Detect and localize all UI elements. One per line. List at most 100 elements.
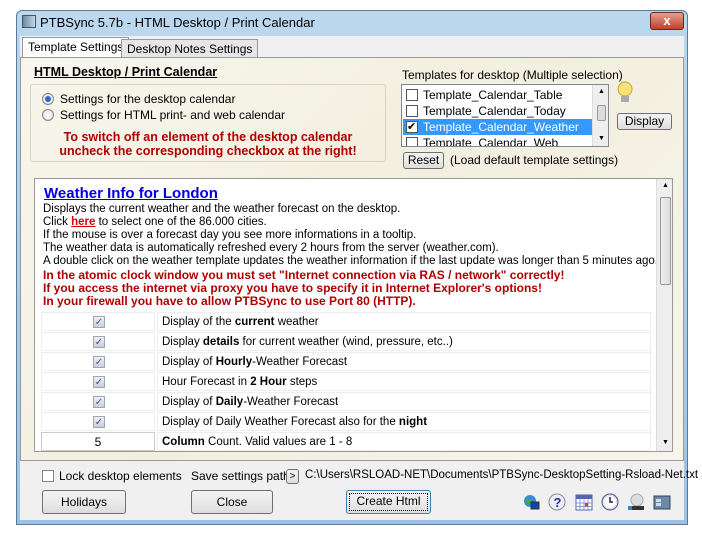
text: Display of xyxy=(162,396,216,408)
option-checkbox[interactable]: ✓ xyxy=(93,416,105,428)
warning-line: In your firewall you have to allow PTBSy… xyxy=(43,294,416,308)
scroll-thumb[interactable] xyxy=(660,197,671,285)
option-label: Display of Daily-Weather Forecast xyxy=(157,392,651,411)
option-label: Column Count. Valid values are 1 - 8 xyxy=(157,432,651,451)
list-item[interactable]: Template_Calendar_Today xyxy=(403,103,593,119)
text: -Weather Forecast xyxy=(243,396,339,408)
radio-desktop-label[interactable]: Settings for the desktop calendar xyxy=(60,92,235,106)
scroll-down-icon[interactable]: ▼ xyxy=(662,439,669,446)
section-title: HTML Desktop / Print Calendar xyxy=(34,65,218,79)
weather-html-panel: Weather Info for London Displays the cur… xyxy=(34,178,673,452)
list-item[interactable]: Template_Calendar_Table xyxy=(403,87,593,103)
clock-icon[interactable] xyxy=(601,493,619,511)
column-count-row: 5 Column Count. Valid values are 1 - 8 xyxy=(41,432,651,451)
internet-icon[interactable] xyxy=(522,493,540,511)
description-line: Displays the current weather and the wea… xyxy=(43,203,401,215)
option-label: Display of the current weather xyxy=(157,312,651,331)
here-link[interactable]: here xyxy=(71,216,95,228)
save-path-label: Save settings path xyxy=(191,469,290,483)
checkbox[interactable] xyxy=(406,89,418,101)
bold-text: 2 Hour xyxy=(250,376,287,388)
list-item-label: Template_Calendar_Web xyxy=(423,136,559,147)
window-title: PTBSync 5.7b - HTML Desktop / Print Cale… xyxy=(40,15,315,30)
description-line: A double click on the weather template u… xyxy=(43,255,658,267)
text: to select one of the 86.000 cities. xyxy=(95,216,267,228)
create-html-button[interactable]: Create Html xyxy=(346,490,431,514)
column-count-input[interactable]: 5 xyxy=(41,432,155,451)
text: Click xyxy=(43,216,72,228)
close-button[interactable]: Close xyxy=(191,490,273,514)
templates-scrollbar[interactable]: ▲ ▼ xyxy=(592,85,608,146)
option-checkbox-cell: ✓ xyxy=(41,392,155,411)
list-item-label: Template_Calendar_Weather xyxy=(423,120,579,134)
scroll-down-icon[interactable]: ▼ xyxy=(598,135,605,142)
option-checkbox[interactable]: ✓ xyxy=(93,336,105,348)
option-row: ✓ Display details for current weather (wi… xyxy=(41,332,651,351)
notice-line-1: To switch off an element of the desktop … xyxy=(63,130,353,144)
help-icon[interactable]: ? xyxy=(548,493,566,511)
app-icon xyxy=(22,15,36,28)
option-checkbox[interactable]: ✓ xyxy=(93,396,105,408)
option-row: ✓ Display of the current weather xyxy=(41,312,651,331)
holidays-button[interactable]: Holidays xyxy=(42,490,126,514)
list-item[interactable]: Template_Calendar_Weather xyxy=(403,119,593,135)
checkbox[interactable] xyxy=(406,137,418,146)
text: Display of the xyxy=(162,316,235,328)
option-row: ✓ Display of Hourly-Weather Forecast xyxy=(41,352,651,371)
option-row: ✓ Display of Daily Weather Forecast also … xyxy=(41,412,651,431)
checkbox[interactable] xyxy=(406,119,418,135)
option-checkbox[interactable]: ✓ xyxy=(93,376,105,388)
tab-desktop-notes-settings[interactable]: Desktop Notes Settings xyxy=(121,39,259,58)
warning-line: If you access the internet via proxy you… xyxy=(43,281,542,295)
list-item-label: Template_Calendar_Today xyxy=(423,104,566,118)
templates-label: Templates for desktop (Multiple selectio… xyxy=(402,68,623,82)
text: Display of Daily Weather Forecast also f… xyxy=(162,416,399,428)
scroll-thumb[interactable] xyxy=(597,105,606,121)
warning-line: In the atomic clock window you must set … xyxy=(43,268,565,282)
save-path-value: C:\Users\RSLOAD-NET\Documents\PTBSync-De… xyxy=(305,469,699,481)
html-scrollbar[interactable]: ▲ ▼ xyxy=(656,179,672,451)
text: for current weather (wind, pressure, etc… xyxy=(239,336,453,348)
radio-desktop-calendar[interactable] xyxy=(42,93,54,105)
text: Count. Valid values are 1 - 8 xyxy=(204,436,353,448)
svg-text:?: ? xyxy=(554,495,562,510)
list-item-label: Template_Calendar_Table xyxy=(423,88,563,102)
list-item[interactable]: Template_Calendar_Web xyxy=(403,135,593,147)
tab-template-settings[interactable]: Template Settings xyxy=(22,37,130,58)
bold-text: Hourly xyxy=(215,356,253,368)
lock-desktop-checkbox[interactable] xyxy=(42,470,54,482)
option-label: Display of Hourly-Weather Forecast xyxy=(157,352,651,371)
atomic-clock-icon[interactable] xyxy=(627,493,645,511)
display-button[interactable]: Display xyxy=(617,113,672,130)
option-checkbox[interactable]: ✓ xyxy=(93,356,105,368)
text: steps xyxy=(286,376,318,388)
weather-title-link[interactable]: Weather Info for London xyxy=(44,185,218,202)
description-line: If the mouse is over a forecast day you … xyxy=(43,229,417,241)
option-row: ✓ Display of Daily-Weather Forecast xyxy=(41,392,651,411)
description-line: The weather data is automatically refres… xyxy=(43,242,499,254)
templates-list[interactable]: Template_Calendar_Table Template_Calenda… xyxy=(401,84,609,147)
option-checkbox[interactable]: ✓ xyxy=(93,316,105,328)
option-label: Display of Daily Weather Forecast also f… xyxy=(157,412,651,431)
option-checkbox-cell: ✓ xyxy=(41,412,155,431)
bold-text: Column xyxy=(162,436,205,448)
text: Display xyxy=(162,336,203,348)
scroll-up-icon[interactable]: ▲ xyxy=(598,88,605,95)
desktop-icon[interactable] xyxy=(653,493,671,511)
option-label: Hour Forecast in 2 Hour steps xyxy=(157,372,651,391)
checkbox[interactable] xyxy=(406,105,418,117)
radio-html-calendar[interactable] xyxy=(42,109,54,121)
bold-text: Daily xyxy=(215,396,244,408)
lightbulb-icon xyxy=(617,81,633,102)
text: weather xyxy=(274,316,319,328)
option-checkbox-cell: ✓ xyxy=(41,332,155,351)
notice-line-2: uncheck the corresponding checkbox at th… xyxy=(59,144,357,158)
reset-button[interactable]: Reset xyxy=(403,152,444,169)
radio-html-label[interactable]: Settings for HTML print- and web calenda… xyxy=(60,108,285,122)
text: Display of xyxy=(162,356,216,368)
calendar-icon[interactable] xyxy=(575,493,593,511)
lock-desktop-label[interactable]: Lock desktop elements xyxy=(59,469,182,483)
close-window-button[interactable]: x xyxy=(650,12,684,30)
save-path-button[interactable]: > xyxy=(286,469,299,484)
scroll-up-icon[interactable]: ▲ xyxy=(662,182,669,189)
